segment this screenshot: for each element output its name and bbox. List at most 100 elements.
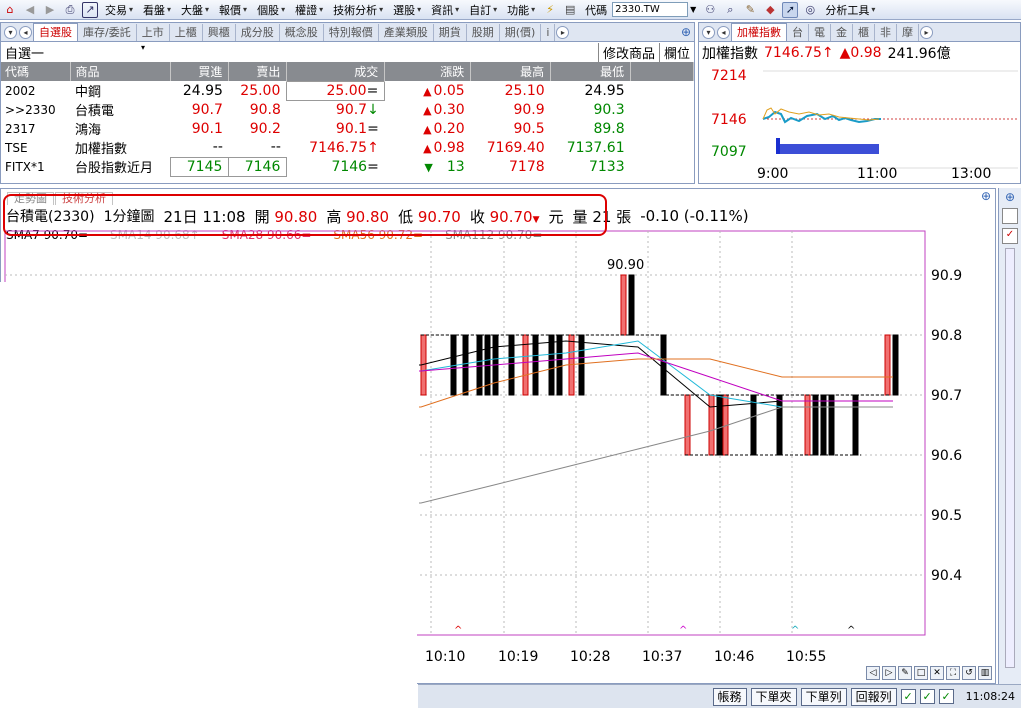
menu-function[interactable]: 功能 <box>502 2 540 18</box>
zoom-icon[interactable]: ⊕ <box>981 189 991 203</box>
table-header: 代碼 商品 買進 賣出 成交 漲跌 最高 最低 <box>1 62 694 81</box>
panel-icon[interactable] <box>1002 208 1018 224</box>
menu-technical[interactable]: 技術分析 <box>328 2 388 18</box>
chevron-left-icon[interactable]: ◂ <box>19 26 32 39</box>
menu-screener[interactable]: 選股 <box>388 2 426 18</box>
table-row[interactable]: >>2330 台積電 90.7 90.8 90.7↓ ▲ 0.30 90.9 90.3 <box>1 100 694 120</box>
tab-components[interactable]: 成分股 <box>236 24 280 41</box>
cell-low: 24.95 <box>584 82 625 99</box>
modify-items-button[interactable]: 修改商品 <box>597 42 659 62</box>
cell-last: 25.00= <box>286 80 386 101</box>
y-tick-label: 90.6 <box>931 448 962 464</box>
tab-msci[interactable]: 摩 <box>897 24 919 41</box>
tab-otc[interactable]: 上櫃 <box>170 24 203 41</box>
check-icon[interactable]: ✓ <box>1002 228 1018 244</box>
note-icon[interactable]: ▤ <box>562 2 578 18</box>
chevron-down-icon[interactable]: ▼ <box>690 5 696 14</box>
fields-button[interactable]: 欄位 <box>658 42 694 62</box>
tag-icon[interactable]: ◆ <box>762 2 778 18</box>
cross-icon[interactable]: ✕ <box>930 666 944 680</box>
col-bid[interactable]: 買進 <box>170 62 230 81</box>
lightning-icon[interactable]: ⚡ <box>542 2 558 18</box>
draw-icon[interactable]: ✎ <box>898 666 912 680</box>
scroll-left-icon[interactable]: ◁ <box>866 666 880 680</box>
chevron-right-icon[interactable]: ▸ <box>556 26 570 39</box>
report-bar-button[interactable]: 回報列 <box>850 687 897 706</box>
tab-futures[interactable]: 期貨 <box>434 24 467 41</box>
x-tick-label: 10:37 <box>642 649 682 665</box>
tab-listed[interactable]: 上市 <box>137 24 170 41</box>
col-last[interactable]: 成交 <box>286 62 386 81</box>
right-side-panel: ⊕ ✓ <box>998 188 1021 684</box>
cell-ask: 25.00 <box>240 82 281 99</box>
tab-taiex[interactable]: 加權指數 <box>731 23 787 41</box>
table-row[interactable]: 2317 鴻海 90.1 90.2 90.1= ▲ 0.20 90.5 89.8 <box>1 119 694 139</box>
vertical-scrollbar[interactable] <box>1005 248 1015 668</box>
table-row[interactable]: 2002 中鋼 24.95 25.00 25.00= ▲ 0.05 25.10 24.95 <box>1 80 694 101</box>
tab-more[interactable]: i <box>541 24 556 41</box>
tab-special[interactable]: 特別報價 <box>324 24 379 41</box>
group-select[interactable]: 自選一 <box>5 43 145 62</box>
table-row[interactable]: FITX*1 台股指數近月 7145 7146 7146= ▼ 13 7178 7133 <box>1 156 694 177</box>
checkbox-1[interactable]: ✓ <box>900 689 916 704</box>
menu-market[interactable]: 大盤 <box>176 2 214 18</box>
order-folder-button[interactable]: 下單夾 <box>750 687 797 706</box>
menu-info[interactable]: 資訊 <box>426 2 464 18</box>
menu-stock[interactable]: 個股 <box>252 2 290 18</box>
order-bar-button[interactable]: 下單列 <box>800 687 847 706</box>
chevron-down-icon[interactable]: ▾ <box>702 26 715 39</box>
zoom-icon[interactable]: ⊕ <box>681 25 691 39</box>
tools-icon[interactable]: ✎ <box>742 2 758 18</box>
code-input[interactable] <box>612 2 689 17</box>
back-icon[interactable]: ◀ <box>22 2 38 18</box>
tab-options[interactable]: 期(價) <box>500 24 542 41</box>
table-row[interactable]: TSE 加權指數 -- -- 7146.75↑ ▲ 0.98 7169.40 7137.61 <box>1 138 694 157</box>
forward-icon[interactable]: ▶ <box>42 2 58 18</box>
col-code[interactable]: 代碼 <box>1 62 72 81</box>
bar-chart-icon[interactable]: ▥ <box>978 666 992 680</box>
cursor-icon[interactable]: ➚ <box>782 1 799 18</box>
magnifier-icon[interactable]: ⌕ <box>722 2 738 18</box>
tab-stock-futures[interactable]: 股期 <box>467 24 500 41</box>
menu-custom[interactable]: 自訂 <box>464 2 502 18</box>
account-button[interactable]: 帳務 <box>712 687 747 706</box>
tab-industry[interactable]: 產業類股 <box>379 24 434 41</box>
tab-electronics[interactable]: 電 <box>809 24 831 41</box>
menu-watch[interactable]: 看盤 <box>138 2 176 18</box>
print-icon[interactable]: ⎙ <box>62 2 78 18</box>
undo-icon[interactable]: ↺ <box>962 666 976 680</box>
menu-quote[interactable]: 報價 <box>214 2 252 18</box>
col-high[interactable]: 最高 <box>470 62 552 81</box>
menu-trade[interactable]: 交易 <box>100 2 138 18</box>
tab-non-fin[interactable]: 非 <box>875 24 897 41</box>
tab-tai[interactable]: 台 <box>787 24 809 41</box>
scroll-right-icon[interactable]: ▷ <box>882 666 896 680</box>
chevron-left-icon[interactable]: ◂ <box>717 26 730 39</box>
col-change[interactable]: 漲跌 <box>384 62 472 81</box>
analysis-icon[interactable]: ◎ <box>802 2 818 18</box>
zoom-icon[interactable]: ⊕ <box>1002 190 1018 204</box>
popout-icon[interactable]: ↗ <box>82 1 98 18</box>
tab-otc-index[interactable]: 櫃 <box>853 24 875 41</box>
checkbox-2[interactable]: ✓ <box>919 689 935 704</box>
candle <box>804 394 811 456</box>
checkbox-3[interactable]: ✓ <box>938 689 954 704</box>
col-low[interactable]: 最低 <box>550 62 632 81</box>
tab-emerging[interactable]: 興櫃 <box>203 24 236 41</box>
binoculars-icon[interactable]: ⚇ <box>702 2 718 18</box>
tab-inventory[interactable]: 庫存/委託 <box>78 24 137 41</box>
col-name[interactable]: 商品 <box>70 62 172 81</box>
tab-concept[interactable]: 概念股 <box>280 24 324 41</box>
tab-finance[interactable]: 金 <box>831 24 853 41</box>
col-ask[interactable]: 賣出 <box>228 62 288 81</box>
fit-icon[interactable]: ⛶ <box>946 666 960 680</box>
square-icon[interactable]: □ <box>914 666 928 680</box>
chevron-down-icon[interactable]: ▾ <box>4 26 17 39</box>
home-icon[interactable]: ⌂ <box>2 2 18 18</box>
chevron-right-icon[interactable]: ▸ <box>920 26 933 39</box>
volume-unit: 張 <box>616 207 632 226</box>
menu-analysis-tools[interactable]: 分析工具 <box>820 2 880 18</box>
cell-empty <box>631 138 694 157</box>
tab-favorites[interactable]: 自選股 <box>33 23 78 41</box>
menu-warrant[interactable]: 權證 <box>290 2 328 18</box>
